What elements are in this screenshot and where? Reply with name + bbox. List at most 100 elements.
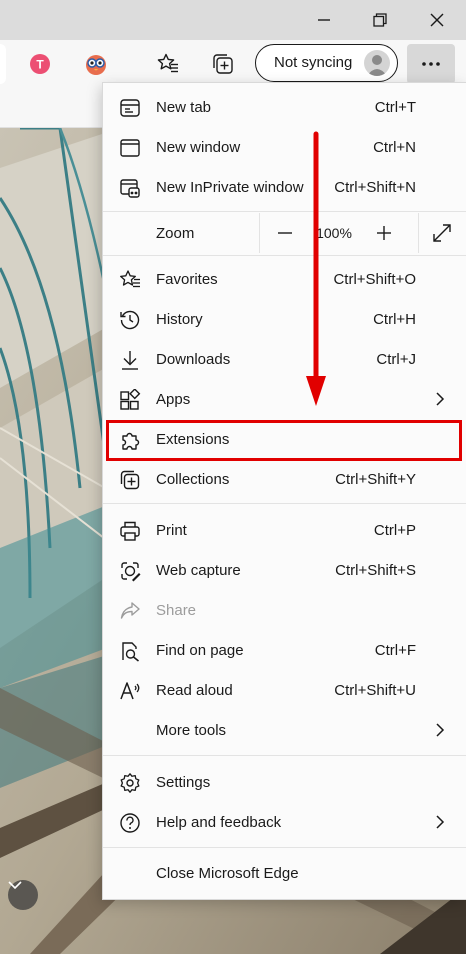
menu-item-history[interactable]: History Ctrl+H xyxy=(103,299,466,339)
menu-item-find-on-page[interactable]: Find on page Ctrl+F xyxy=(103,630,466,670)
menu-item-label: Read aloud xyxy=(156,682,233,699)
print-icon xyxy=(120,521,140,541)
chevron-right-icon xyxy=(436,815,445,829)
menu-item-extensions[interactable]: Extensions xyxy=(103,419,466,459)
menu-divider xyxy=(103,847,466,848)
share-icon xyxy=(120,602,140,619)
menu-item-label: Settings xyxy=(156,774,211,791)
find-icon xyxy=(122,642,139,662)
menu-item-favorites[interactable]: Favorites Ctrl+Shift+O xyxy=(103,259,466,299)
menu-item-shortcut: Ctrl+Shift+U xyxy=(334,682,416,699)
avatar xyxy=(364,50,390,76)
menu-divider xyxy=(103,503,466,504)
menu-item-collections[interactable]: Collections Ctrl+Shift+Y xyxy=(103,459,466,499)
zoom-in-button[interactable] xyxy=(365,213,403,253)
fullscreen-button[interactable] xyxy=(421,213,463,253)
web-capture-icon xyxy=(121,562,141,582)
history-icon xyxy=(120,310,140,330)
help-icon xyxy=(120,813,140,833)
restore-icon xyxy=(373,13,387,27)
person-icon xyxy=(367,55,387,76)
menu-item-shortcut: Ctrl+T xyxy=(374,99,416,116)
apps-icon xyxy=(120,389,141,410)
settings-menu: New tab Ctrl+T New window Ctrl+N New InP… xyxy=(103,83,466,899)
menu-item-read-aloud[interactable]: Read aloud Ctrl+Shift+U xyxy=(103,670,466,710)
plus-icon xyxy=(377,226,391,240)
menu-divider xyxy=(103,211,466,212)
menu-item-label: New InPrivate window xyxy=(156,179,304,196)
extensions-icon xyxy=(122,432,140,450)
read-aloud-icon xyxy=(120,682,140,700)
chevron-right-icon xyxy=(436,392,445,406)
zoom-control: Zoom 100% xyxy=(103,213,466,253)
sync-status-label: Not syncing xyxy=(274,54,353,71)
new-tab-icon xyxy=(120,99,140,117)
favorites-toolbar-button[interactable] xyxy=(148,44,188,84)
menu-item-label: Share xyxy=(156,602,197,619)
address-bar[interactable] xyxy=(0,44,6,84)
menu-item-label: Print xyxy=(156,522,187,539)
menu-item-close-microsoft-edge[interactable]: Close Microsoft Edge xyxy=(103,853,466,893)
menu-item-shortcut: Ctrl+Shift+S xyxy=(335,562,416,579)
menu-item-new-inprivate-window[interactable]: New InPrivate window Ctrl+Shift+N xyxy=(103,167,466,207)
menu-item-label: Favorites xyxy=(156,271,218,288)
settings-and-more-button[interactable] xyxy=(407,44,455,84)
menu-item-label: New tab xyxy=(156,99,212,116)
owl-extension-icon xyxy=(86,55,106,75)
menu-item-label: History xyxy=(156,311,203,328)
favorites-icon xyxy=(120,270,140,288)
more-horizontal-icon xyxy=(422,62,440,66)
menu-item-shortcut: Ctrl+P xyxy=(373,522,416,539)
close-icon xyxy=(430,13,444,27)
menu-item-shortcut: Ctrl+F xyxy=(374,642,416,659)
minus-icon xyxy=(278,232,292,234)
zoom-level: 100% xyxy=(316,225,352,241)
menu-item-new-tab[interactable]: New tab Ctrl+T xyxy=(103,87,466,127)
menu-item-settings[interactable]: Settings xyxy=(103,762,466,802)
menu-item-label: More tools xyxy=(156,722,227,739)
zoom-divider xyxy=(418,213,419,253)
download-icon xyxy=(122,351,138,370)
minimize-button[interactable] xyxy=(295,0,353,40)
restore-button[interactable] xyxy=(351,0,409,40)
menu-item-label: Apps xyxy=(156,391,191,408)
menu-item-share[interactable]: Share xyxy=(103,590,466,630)
menu-item-label: Extensions xyxy=(156,431,230,448)
owl-extension-button[interactable] xyxy=(76,44,116,84)
menu-item-label: Help and feedback xyxy=(156,814,282,831)
collections-toolbar-button[interactable] xyxy=(203,44,243,84)
ttrack-extension-icon: T xyxy=(30,54,50,74)
zoom-divider xyxy=(259,213,260,253)
menu-item-shortcut: Ctrl+J xyxy=(376,351,416,368)
collections-icon xyxy=(213,54,233,74)
zoom-out-button[interactable] xyxy=(266,213,304,253)
menu-item-shortcut: Ctrl+H xyxy=(373,311,416,328)
zoom-label: Zoom xyxy=(156,225,195,242)
menu-item-shortcut: Ctrl+Shift+Y xyxy=(335,471,416,488)
chevron-down-icon xyxy=(8,881,22,890)
ttrack-extension-button[interactable]: T xyxy=(20,44,60,84)
chevron-right-icon xyxy=(436,723,445,737)
menu-item-label: Close Microsoft Edge xyxy=(156,865,299,882)
menu-divider xyxy=(103,255,466,256)
menu-item-new-window[interactable]: New window Ctrl+N xyxy=(103,127,466,167)
menu-item-label: Find on page xyxy=(156,642,244,659)
menu-item-label: New window xyxy=(156,139,241,156)
menu-item-web-capture[interactable]: Web capture Ctrl+Shift+S xyxy=(103,550,466,590)
menu-item-label: Web capture xyxy=(156,562,241,579)
menu-item-help-and-feedback[interactable]: Help and feedback xyxy=(103,802,466,842)
menu-item-apps[interactable]: Apps xyxy=(103,379,466,419)
menu-item-more-tools[interactable]: More tools xyxy=(103,710,466,750)
menu-item-shortcut: Ctrl+Shift+O xyxy=(333,271,416,288)
close-window-button[interactable] xyxy=(408,0,466,40)
menu-item-print[interactable]: Print Ctrl+P xyxy=(103,510,466,550)
favorites-star-icon xyxy=(157,53,178,73)
scroll-down-button[interactable] xyxy=(8,880,38,910)
menu-divider xyxy=(103,755,466,756)
profile-sync-button[interactable]: Not syncing xyxy=(255,44,398,82)
svg-text:T: T xyxy=(36,58,44,72)
menu-item-downloads[interactable]: Downloads Ctrl+J xyxy=(103,339,466,379)
menu-item-label: Downloads xyxy=(156,351,231,368)
new-window-icon xyxy=(120,139,140,157)
minimize-icon xyxy=(318,19,330,21)
